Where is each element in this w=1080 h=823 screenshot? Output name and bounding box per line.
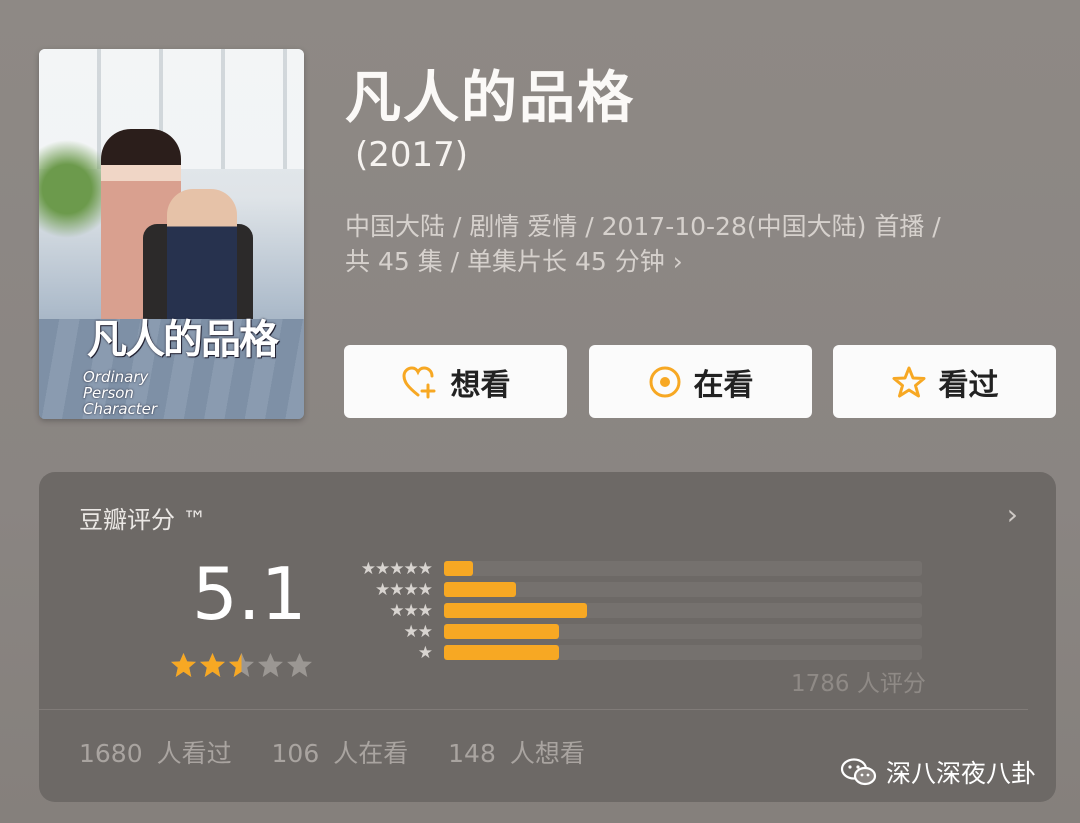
rating-bar-track xyxy=(444,645,922,660)
star-outline-icon xyxy=(892,366,925,397)
rating-star-icon xyxy=(229,653,254,677)
rating-header: 豆瓣评分 ™ xyxy=(79,506,207,534)
rating-bar-track xyxy=(444,561,922,576)
rating-bar-row: ★★★ xyxy=(337,600,922,621)
rating-bar-fill xyxy=(444,624,559,639)
rating-bar-stars: ★★★ xyxy=(389,600,433,621)
watermark-text: 深八深夜八卦 xyxy=(886,759,1037,788)
watching-label: 在看 xyxy=(693,367,754,403)
rating-bar-track xyxy=(444,624,922,639)
poster-plant xyxy=(39,119,109,259)
watching-count: 106 人在看 xyxy=(271,739,409,768)
rating-bar-fill xyxy=(444,561,473,576)
star-rating xyxy=(170,652,313,678)
divider xyxy=(39,709,1028,710)
rating-bar-stars: ★★★★ xyxy=(375,579,433,600)
rating-star-icon xyxy=(287,653,312,677)
rating-bar-row: ★★★★★ xyxy=(337,558,922,579)
rating-bar-row: ★★★★ xyxy=(337,579,922,600)
rating-bar-track xyxy=(444,582,922,597)
rating-bar-stars: ★★ xyxy=(403,621,433,642)
rating-distribution: ★★★★★ ★★★★ ★★★ ★★ ★ xyxy=(337,558,922,663)
meta-info[interactable]: 中国大陆 / 剧情 爱情 / 2017-10-28(中国大陆) 首播 / 共 4… xyxy=(345,209,1045,279)
wish-count: 148 人想看 xyxy=(448,739,585,768)
want-to-watch-label: 想看 xyxy=(450,367,511,403)
chevron-right-icon: › xyxy=(672,247,683,276)
watching-button[interactable]: 在看 xyxy=(589,345,812,418)
meta-line-1: 中国大陆 / 剧情 爱情 / 2017-10-28(中国大陆) 首播 / xyxy=(345,212,941,241)
chevron-right-icon[interactable]: › xyxy=(1007,498,1018,531)
rating-bar-stars: ★★★★★ xyxy=(360,558,433,579)
rating-bar-track xyxy=(444,603,922,618)
watched-label: 看过 xyxy=(938,367,999,403)
rating-score: 5.1 xyxy=(192,552,307,636)
rating-count: 1786 人评分 xyxy=(791,671,926,697)
poster-image[interactable]: 凡人的品格 Ordinary Person Character xyxy=(39,49,304,419)
watched-button[interactable]: 看过 xyxy=(833,345,1056,418)
meta-line-2: 共 45 集 / 单集片长 45 分钟 › xyxy=(345,247,683,276)
wechat-icon xyxy=(840,758,877,786)
poster-subtitle-art: Ordinary Person Character xyxy=(83,368,158,418)
rating-bar-fill xyxy=(444,603,587,618)
rating-panel[interactable]: 豆瓣评分 ™ › 5.1 ★★★★★ ★★★★ ★★★ ★★ ★ 1786 人评分 16… xyxy=(39,472,1056,802)
watched-count: 1680 人看过 xyxy=(79,739,232,768)
release-year: (2017) xyxy=(355,135,469,175)
rating-star-icon xyxy=(171,653,196,677)
watch-stats: 1680 人看过 106 人在看 148 人想看 xyxy=(79,734,611,770)
watermark: 深八深夜八卦 xyxy=(840,754,1036,790)
rating-bar-fill xyxy=(444,645,559,660)
want-to-watch-button[interactable]: 想看 xyxy=(344,345,567,418)
poster-title-art: 凡人的品格 xyxy=(87,317,279,363)
rating-bar-row: ★★ xyxy=(337,621,922,642)
rating-star-icon xyxy=(200,653,225,677)
rating-bar-fill xyxy=(444,582,516,597)
target-circle-icon xyxy=(649,366,680,397)
rating-bar-stars: ★ xyxy=(417,642,433,663)
rating-bar-row: ★ xyxy=(337,642,922,663)
rating-star-icon xyxy=(258,653,283,677)
heart-plus-icon xyxy=(401,365,435,398)
page-title: 凡人的品格 xyxy=(345,66,635,131)
